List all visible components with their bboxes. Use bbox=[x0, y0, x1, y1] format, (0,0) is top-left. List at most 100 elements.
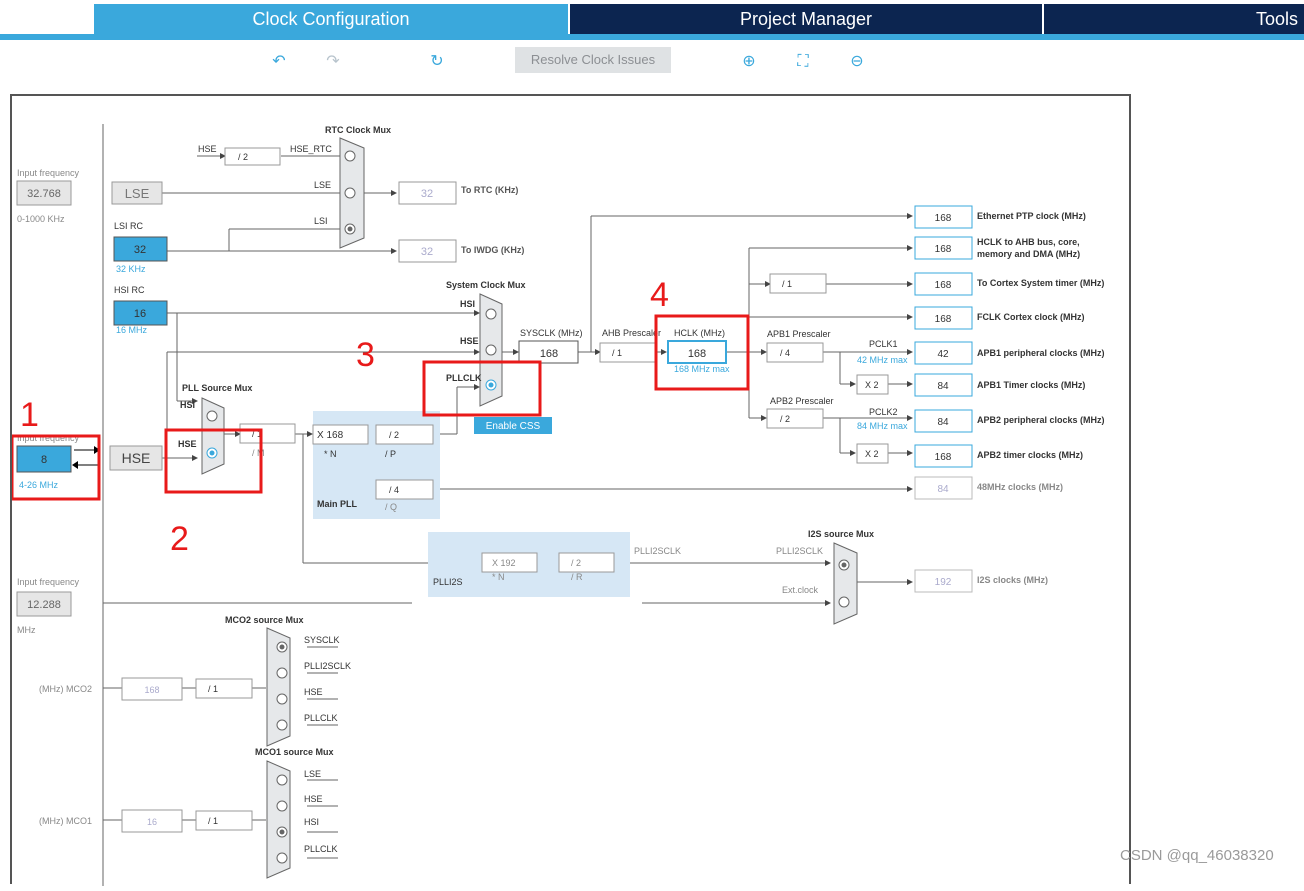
pll-source-hsi: HSI bbox=[180, 400, 195, 410]
redo-icon[interactable]: ↷ bbox=[321, 50, 345, 74]
output-value[interactable]: 84 bbox=[937, 417, 949, 428]
pll-q-value[interactable]: / 4 bbox=[389, 485, 399, 495]
lse-block: LSE bbox=[125, 186, 150, 201]
mco2-input: SYSCLK bbox=[304, 635, 340, 645]
fit-screen-icon[interactable]: ⛶ bbox=[791, 50, 815, 74]
output-value[interactable]: 168 bbox=[935, 244, 952, 255]
mco2-title: MCO2 source Mux bbox=[225, 615, 304, 625]
mco1-title: MCO1 source Mux bbox=[255, 747, 334, 757]
apb2-max: 84 MHz max bbox=[857, 421, 908, 431]
mco1-input: HSE bbox=[304, 794, 323, 804]
undo-icon[interactable]: ↶ bbox=[267, 50, 291, 74]
pll-p-value[interactable]: / 2 bbox=[389, 430, 399, 440]
output-label: Ethernet PTP clock (MHz) bbox=[977, 211, 1086, 221]
mco2-input: PLLI2SCLK bbox=[304, 661, 351, 671]
main-pll-title: Main PLL bbox=[317, 499, 358, 509]
apb2-prescaler-value[interactable]: / 2 bbox=[780, 414, 790, 424]
hsi-label: HSI RC bbox=[114, 285, 145, 295]
apb2-timer-multiplier: X 2 bbox=[865, 449, 879, 459]
output-list: 168 Ethernet PTP clock (MHz) 168 HCLK to… bbox=[914, 205, 1105, 593]
iwdg-output-value: 32 bbox=[421, 246, 433, 258]
pll-p-label: / P bbox=[385, 449, 396, 459]
annotation-3: 3 bbox=[356, 336, 375, 374]
output-value[interactable]: 168 bbox=[935, 280, 952, 291]
rtc-lsi-label: LSI bbox=[314, 216, 328, 226]
apb1-max: 42 MHz max bbox=[857, 355, 908, 365]
refresh-icon[interactable]: ↻ bbox=[425, 50, 449, 74]
rtc-output-value: 32 bbox=[421, 188, 433, 200]
hsi-unit: 16 MHz bbox=[116, 325, 148, 335]
rtc-hse-rtc-label: HSE_RTC bbox=[290, 144, 332, 154]
hse-block: HSE bbox=[122, 450, 151, 466]
mco1-divider[interactable]: / 1 bbox=[208, 816, 218, 826]
lse-input-range: 0-1000 KHz bbox=[17, 214, 65, 224]
zoom-in-icon[interactable]: ⊕ bbox=[737, 50, 761, 74]
pll-m-label: / M bbox=[252, 448, 265, 458]
mco2-input: HSE bbox=[304, 687, 323, 697]
tab-project-manager[interactable]: Project Manager bbox=[570, 4, 1042, 34]
tab-clock-configuration[interactable]: Clock Configuration bbox=[94, 4, 568, 34]
lsi-value: 32 bbox=[134, 244, 146, 256]
i2s-input-unit: MHz bbox=[17, 625, 36, 635]
output-label: I2S clocks (MHz) bbox=[977, 575, 1048, 585]
output-label: To Cortex System timer (MHz) bbox=[977, 278, 1104, 288]
hclk-value[interactable]: 168 bbox=[688, 348, 706, 360]
mco2-input: PLLCLK bbox=[304, 713, 338, 723]
output-value: 192 bbox=[935, 577, 952, 588]
output-label: APB1 Timer clocks (MHz) bbox=[977, 380, 1085, 390]
pll-n-label: * N bbox=[324, 449, 337, 459]
lse-input-caption: Input frequency bbox=[17, 168, 80, 178]
output-value: 84 bbox=[937, 484, 949, 495]
tab-tools[interactable]: Tools bbox=[1044, 4, 1304, 34]
plli2sclk-label: PLLI2SCLK bbox=[634, 546, 681, 556]
output-value[interactable]: 168 bbox=[935, 452, 952, 463]
ahb-prescaler-value[interactable]: / 1 bbox=[612, 348, 622, 358]
mco2-label: (MHz) MCO2 bbox=[39, 684, 92, 694]
pll-source-hse: HSE bbox=[178, 439, 197, 449]
output-value[interactable]: 168 bbox=[935, 314, 952, 325]
annotation-2: 2 bbox=[170, 520, 189, 558]
enable-css-button[interactable]: Enable CSS bbox=[486, 421, 541, 432]
cortex-divider-value[interactable]: / 1 bbox=[782, 279, 792, 289]
hse-input-value[interactable]: 8 bbox=[41, 454, 47, 466]
plli2s-n-value[interactable]: X 192 bbox=[492, 558, 516, 568]
output-value[interactable]: 168 bbox=[935, 213, 952, 224]
pll-source-title: PLL Source Mux bbox=[182, 383, 252, 393]
output-label: FCLK Cortex clock (MHz) bbox=[977, 312, 1085, 322]
hse-input-range: 4-26 MHz bbox=[19, 480, 59, 490]
plli2s-r-label: / R bbox=[571, 572, 583, 582]
iwdg-output-label: To IWDG (KHz) bbox=[461, 245, 524, 255]
plli2s-r-value[interactable]: / 2 bbox=[571, 558, 581, 568]
lse-input-value[interactable]: 32.768 bbox=[27, 188, 61, 200]
lsi-label: LSI RC bbox=[114, 221, 144, 231]
pll-q-label: / Q bbox=[385, 502, 397, 512]
pll-n-value[interactable]: X 168 bbox=[317, 430, 344, 441]
pclk2-label: PCLK2 bbox=[869, 407, 898, 417]
sys-mux-hsi: HSI bbox=[460, 299, 475, 309]
sys-mux-hse: HSE bbox=[460, 336, 479, 346]
tab-underline bbox=[0, 34, 1304, 40]
mco1-input: HSI bbox=[304, 817, 319, 827]
clock-tree-diagram: Main PLL PLLI2S Input frequency 32.768 0… bbox=[10, 124, 1105, 886]
mco2-divider[interactable]: / 1 bbox=[208, 684, 218, 694]
rtc-hse-div[interactable]: / 2 bbox=[238, 152, 248, 162]
output-value[interactable]: 42 bbox=[937, 349, 949, 360]
i2s-mux-ext: Ext.clock bbox=[782, 585, 819, 595]
i2s-input-value[interactable]: 12.288 bbox=[27, 599, 61, 611]
pclk1-label: PCLK1 bbox=[869, 339, 898, 349]
apb1-prescaler-value[interactable]: / 4 bbox=[780, 348, 790, 358]
i2s-input-caption: Input frequency bbox=[17, 577, 80, 587]
i2s-mux-plli2sclk: PLLI2SCLK bbox=[776, 546, 823, 556]
annotation-1: 1 bbox=[20, 396, 39, 434]
output-value[interactable]: 84 bbox=[937, 381, 949, 392]
mco1-input: PLLCLK bbox=[304, 844, 338, 854]
resolve-clock-issues-button[interactable]: Resolve Clock Issues bbox=[515, 47, 671, 73]
rtc-lse-label: LSE bbox=[314, 180, 331, 190]
plli2s-title: PLLI2S bbox=[433, 577, 463, 587]
hclk-label: HCLK (MHz) bbox=[674, 328, 725, 338]
output-label: 48MHz clocks (MHz) bbox=[977, 482, 1063, 492]
zoom-out-icon[interactable]: ⊖ bbox=[845, 50, 869, 74]
output-label: APB1 peripheral clocks (MHz) bbox=[977, 348, 1105, 358]
mco1-output: 16 bbox=[147, 817, 157, 827]
sysclk-label: SYSCLK (MHz) bbox=[520, 328, 583, 338]
